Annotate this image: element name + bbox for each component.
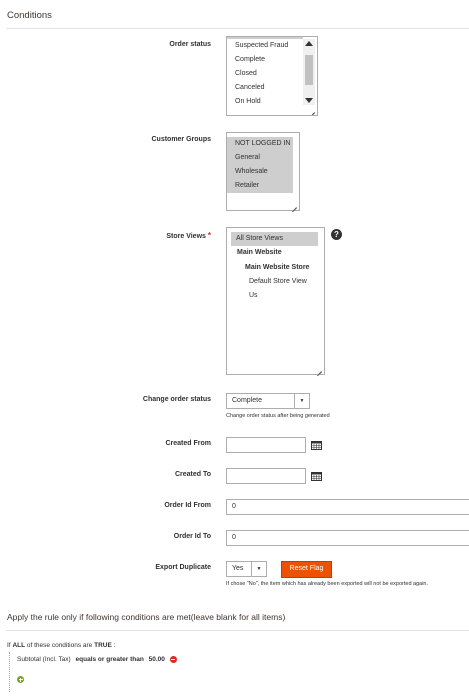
- remove-condition-icon[interactable]: [169, 656, 177, 663]
- rule-if-text: If: [7, 642, 11, 649]
- conditions-divider: [6, 28, 469, 29]
- rule-aggregator-line: If ALL of these conditions are TRUE :: [7, 642, 115, 649]
- condition-operator[interactable]: equals or greater than: [76, 656, 144, 663]
- customer-group-option[interactable]: Retailer: [227, 179, 293, 193]
- resize-handle-icon[interactable]: [290, 201, 298, 209]
- rule-section-divider: [6, 630, 469, 631]
- reset-flag-button[interactable]: Reset Flag: [281, 561, 332, 578]
- order-status-multiselect[interactable]: Suspected Fraud Complete Closed Canceled…: [226, 36, 318, 116]
- customer-group-option[interactable]: Wholesale: [227, 165, 293, 179]
- store-view-option[interactable]: Us: [227, 289, 324, 303]
- order-id-to-input[interactable]: 0: [226, 530, 469, 546]
- calendar-icon[interactable]: [311, 471, 322, 481]
- order-id-from-label: Order Id From: [164, 502, 211, 509]
- store-views-label: Store Views *: [71, 231, 211, 240]
- add-condition-icon[interactable]: [17, 676, 24, 683]
- rule-aggregator-select[interactable]: ALL: [12, 642, 25, 649]
- customer-groups-multiselect[interactable]: NOT LOGGED IN General Wholesale Retailer: [226, 132, 300, 211]
- order-status-scrollbar[interactable]: [303, 39, 315, 105]
- rule-section-title: Apply the rule only if following conditi…: [7, 612, 286, 622]
- change-order-status-value: Complete: [232, 397, 262, 404]
- rule-colon: :: [113, 642, 116, 649]
- help-icon[interactable]: ?: [331, 229, 342, 240]
- export-duplicate-note: If chose "No", the item which has alread…: [226, 581, 429, 587]
- export-duplicate-value: Yes: [232, 565, 244, 572]
- calendar-icon[interactable]: [311, 440, 322, 450]
- created-to-label: Created To: [174, 471, 211, 478]
- store-view-option[interactable]: Default Store View: [227, 275, 324, 289]
- created-from-label: Created From: [165, 440, 211, 447]
- export-duplicate-label: Export Duplicate: [155, 564, 211, 571]
- store-view-group-website: Main Website: [237, 249, 282, 256]
- customer-group-option[interactable]: General: [227, 151, 293, 165]
- store-view-group-store: Main Website Store: [245, 264, 310, 271]
- condition-value[interactable]: 50.00: [149, 656, 165, 663]
- conditions-title: Conditions: [7, 10, 52, 21]
- chevron-down-icon: ▼: [251, 562, 266, 576]
- order-id-to-label: Order Id To: [173, 533, 211, 540]
- rule-condition: Subtotal (Incl. Tax) equals or greater t…: [17, 656, 177, 663]
- change-order-status-note: Change order status after being generate…: [226, 413, 330, 419]
- condition-attribute: Subtotal (Incl. Tax): [17, 656, 71, 664]
- order-id-from-value: 0: [232, 503, 236, 510]
- rule-value-select[interactable]: TRUE: [94, 642, 112, 649]
- order-id-to-value: 0: [232, 534, 236, 541]
- store-views-label-text: Store Views: [166, 233, 206, 240]
- store-views-multiselect[interactable]: All Store Views Main Website Main Websit…: [226, 227, 325, 375]
- change-order-status-select[interactable]: Complete ▼: [226, 393, 310, 409]
- created-to-input[interactable]: [226, 468, 306, 484]
- resize-handle-icon[interactable]: [308, 106, 316, 114]
- required-mark: *: [207, 231, 211, 240]
- order-id-from-input[interactable]: 0: [226, 499, 469, 515]
- created-from-input[interactable]: [226, 437, 306, 453]
- chevron-down-icon: ▼: [294, 394, 309, 408]
- customer-groups-label: Customer Groups: [151, 136, 211, 143]
- store-view-option-all[interactable]: All Store Views: [231, 232, 318, 246]
- resize-handle-icon[interactable]: [315, 365, 323, 373]
- customer-group-option[interactable]: NOT LOGGED IN: [227, 137, 293, 151]
- rule-mid-text: of these conditions are: [26, 642, 93, 649]
- rule-tree-line: [9, 652, 10, 692]
- change-order-status-label: Change order status: [142, 396, 211, 403]
- export-duplicate-select[interactable]: Yes ▼: [226, 561, 267, 577]
- order-status-label: Order status: [169, 41, 211, 48]
